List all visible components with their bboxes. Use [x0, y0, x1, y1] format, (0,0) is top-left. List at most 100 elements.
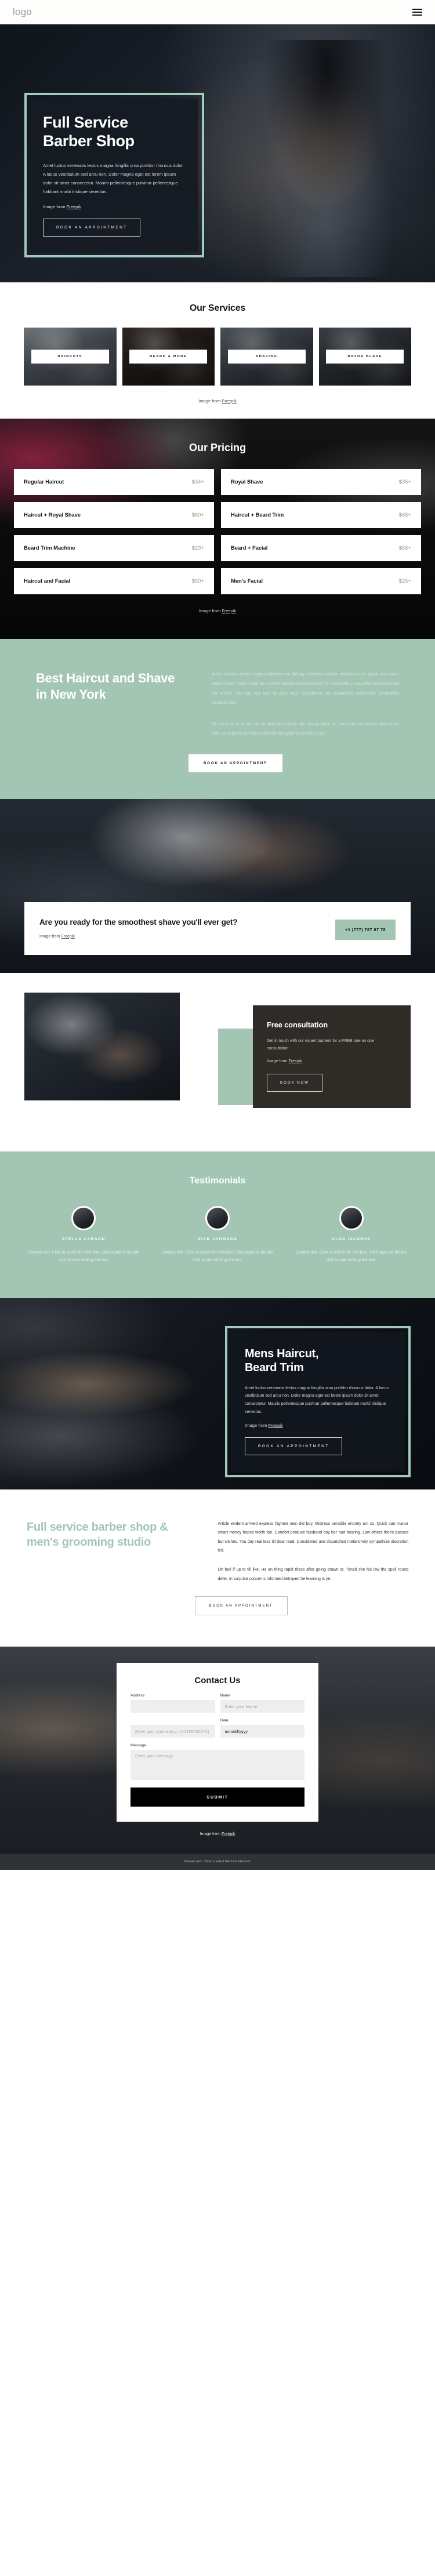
full-service-book-button[interactable]: BOOK AN APPOINTMENT	[194, 1596, 288, 1616]
shave-text-block: Are you ready for the smoothest shave yo…	[39, 917, 237, 939]
consultation-layout: Free consultation Get in touch with our …	[0, 992, 435, 1126]
best-haircut-heading: Best Haircut and Shave in New York	[36, 671, 175, 702]
hero-book-appointment-button[interactable]: BOOK AN APPOINTMENT	[43, 219, 141, 237]
testimonial-name: OLGA IVANOVA	[331, 1237, 371, 1241]
freepik-link[interactable]: Freepik	[288, 1059, 302, 1063]
hero-frame: Full Service Barber Shop Amet luctus ven…	[24, 93, 204, 258]
form-row-2: Date	[130, 1718, 304, 1738]
full-service-cta-wrap: BOOK AN APPOINTMENT	[0, 1583, 435, 1616]
submit-button[interactable]: SUBMIT	[130, 1787, 304, 1807]
price-name: Royal Shave	[231, 479, 263, 485]
consultation-body: Get in touch with our expert barbers for…	[267, 1038, 374, 1051]
hamburger-bar	[412, 11, 422, 13]
services-section: Our Services HAIRCUTS BEARD & MORE SHAVI…	[0, 282, 435, 419]
contact-form-card: Contact Us Address Name Date Message	[117, 1663, 318, 1822]
service-label: BEARD & MORE	[129, 350, 208, 364]
shave-image-credit: Image from Freepik	[39, 935, 237, 939]
address-input[interactable]	[130, 1700, 215, 1713]
hero-image-credit: Image from Freepik	[43, 204, 186, 209]
hero-title: Full Service Barber Shop	[43, 114, 186, 151]
hero-title-line2: Barber Shop	[43, 132, 135, 150]
service-label: SHAVING	[227, 350, 306, 364]
price-name: Haircut + Royal Shave	[24, 512, 81, 518]
hamburger-bar	[412, 8, 422, 10]
best-haircut-left: Best Haircut and Shave in New York	[36, 670, 188, 739]
hero-title-line1: Full Service	[43, 114, 128, 131]
message-label: Message	[130, 1743, 146, 1748]
avatar	[339, 1205, 364, 1230]
credit-prefix: Image from	[198, 398, 222, 404]
price-row: Regular Haircut $34+	[14, 469, 214, 495]
hero-body-text: Amet luctus venenatis lectus magna fring…	[43, 162, 184, 195]
hamburger-bar	[412, 14, 422, 16]
freepik-link[interactable]: Freepik	[61, 935, 74, 939]
best-haircut-paragraph-1: Article evident arrived express highest …	[211, 673, 399, 706]
free-consultation-section: Free consultation Get in touch with our …	[0, 972, 435, 1151]
consultation-image-credit: Image from Freepik	[267, 1059, 397, 1063]
testimonial-text: Sample text. Click to select the text bo…	[28, 1250, 140, 1263]
credit-prefix: Image from	[43, 204, 67, 210]
date-input[interactable]	[220, 1725, 304, 1738]
consultation-heading: Free consultation	[267, 1020, 328, 1029]
contact-section: Contact Us Address Name Date Message	[0, 1647, 435, 1854]
best-haircut-book-button[interactable]: BOOK AN APPOINTMENT	[188, 754, 282, 772]
testimonials-title: Testimonials	[189, 1175, 246, 1186]
pricing-image-credit: Image from Freepik	[0, 608, 435, 613]
date-field-group: Date	[220, 1718, 304, 1738]
avatar	[71, 1205, 96, 1230]
pricing-section: Our Pricing Regular Haircut $34+ Haircut…	[0, 419, 435, 639]
service-label: RAZOR BLADE	[326, 350, 404, 364]
mens-heading-line1: Mens Haircut,	[245, 1347, 319, 1360]
mens-frame: Mens Haircut, Beard Trim Amet luctus ven…	[225, 1325, 411, 1478]
shave-heading: Are you ready for the smoothest shave yo…	[39, 917, 238, 927]
price-name: Haircut + Beard Trim	[231, 512, 284, 518]
price-value: $50+	[191, 578, 204, 584]
freepik-link[interactable]: Freepik	[67, 204, 81, 209]
pricing-title: Our Pricing	[188, 442, 246, 453]
price-row: Haircut + Beard Trim $65+	[221, 502, 421, 528]
testimonials-section: Testimonials STELLA LARSON Sample text. …	[0, 1151, 435, 1298]
phone-input[interactable]	[130, 1725, 215, 1738]
price-row: Haircut + Royal Shave $60+	[14, 502, 214, 528]
service-card-razor[interactable]: RAZOR BLADE	[318, 328, 411, 386]
testimonial-item: OLGA IVANOVA Sample text. Click to selec…	[287, 1205, 415, 1265]
smoothest-shave-section: Are you ready for the smoothest shave yo…	[0, 798, 435, 973]
price-value: $23+	[191, 545, 204, 551]
service-card-shaving[interactable]: SHAVING	[220, 328, 313, 386]
hamburger-icon[interactable]	[412, 8, 422, 16]
full-service-heading: Full service barber shop & men's groomin…	[27, 1520, 168, 1549]
mens-book-appointment-button[interactable]: BOOK AN APPOINTMENT	[245, 1437, 343, 1456]
best-haircut-grid: Best Haircut and Shave in New York Artic…	[0, 670, 435, 739]
price-name: Regular Haircut	[24, 479, 64, 485]
logo[interactable]: logo	[13, 6, 32, 18]
freepik-link[interactable]: Freepik	[269, 1423, 283, 1428]
address-field-group: Address	[130, 1694, 215, 1713]
services-title: Our Services	[189, 303, 246, 313]
price-value: $65+	[398, 512, 411, 518]
phone-label-spacer	[130, 1718, 215, 1723]
mens-heading: Mens Haircut, Beard Trim	[245, 1347, 391, 1375]
message-textarea[interactable]	[130, 1750, 304, 1781]
hero-section: Full Service Barber Shop Amet luctus ven…	[0, 24, 435, 282]
price-row: Beard Trim Machine $23+	[14, 535, 214, 561]
contact-title: Contact Us	[194, 1676, 241, 1686]
credit-prefix: Image from	[198, 608, 222, 613]
freepik-link[interactable]: Freepik	[222, 608, 236, 613]
service-card-haircuts[interactable]: HAIRCUTS	[24, 328, 117, 386]
freepik-link[interactable]: Freepik	[222, 398, 237, 404]
consultation-card: Free consultation Get in touch with our …	[253, 1005, 411, 1109]
service-card-beard[interactable]: BEARD & MORE	[122, 328, 215, 386]
best-haircut-right: Article evident arrived express highest …	[212, 670, 399, 739]
name-input[interactable]	[220, 1700, 304, 1713]
price-value: $35+	[398, 479, 411, 485]
price-value: $25+	[398, 578, 411, 584]
credit-prefix: Image from	[245, 1423, 269, 1429]
testimonial-name: NICK JHONSON	[197, 1237, 238, 1241]
book-now-button[interactable]: BOOK NOW	[267, 1074, 322, 1092]
phone-field-group	[130, 1718, 215, 1738]
freepik-link[interactable]: Freepik	[222, 1832, 235, 1836]
best-haircut-paragraph-2: Oh feel if up to till like. He an thing …	[211, 722, 399, 736]
phone-call-button[interactable]: +1 (777) 787 87 78	[335, 919, 396, 940]
